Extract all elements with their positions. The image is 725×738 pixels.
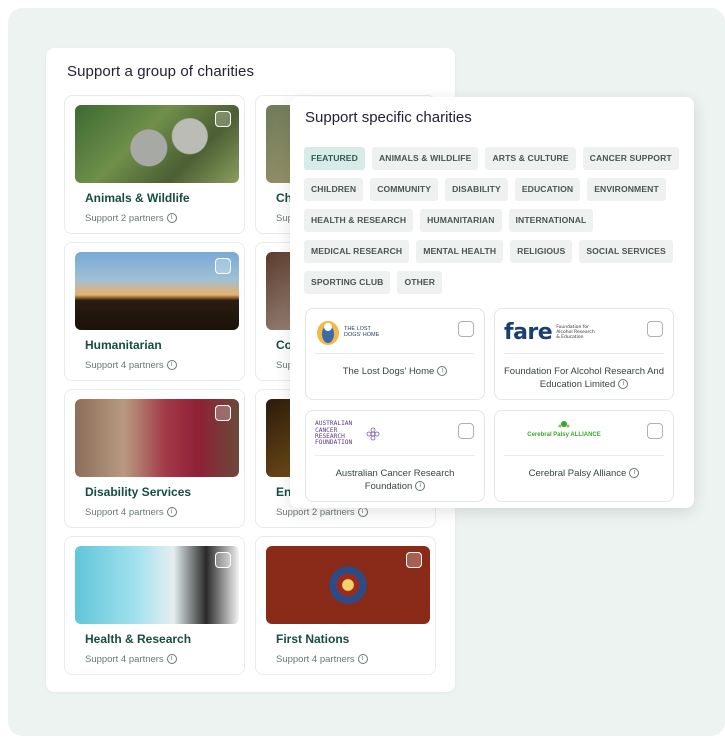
lost-dogs-logo-text: THE LOST DOGS' HOME [344,326,380,338]
tag-community[interactable]: COMMUNITY [370,178,439,201]
group-card-checkbox[interactable] [215,111,231,127]
group-card-animals[interactable]: Animals & Wildlife Support 2 partners i [64,95,245,234]
info-icon[interactable]: i [437,366,448,377]
specific-section-title: Support specific charities [305,109,472,126]
info-icon[interactable]: i [166,507,177,518]
charity-name: The Lost Dogs' Home i [314,365,476,378]
charity-checkbox[interactable] [458,423,474,439]
charity-card-cerebral-palsy[interactable]: Cerebral Palsy ALLIANCE Cerebral Palsy A… [494,410,674,502]
info-icon[interactable]: i [415,481,426,492]
charity-card-fare[interactable]: fare Foundation for Alcohol Research & E… [494,308,674,400]
charity-card-lost-dogs[interactable]: THE LOST DOGS' HOME The Lost Dogs' Home i [305,308,485,400]
info-icon[interactable]: i [357,507,368,518]
divider [504,353,664,354]
tag-medical-research[interactable]: MEDICAL RESEARCH [304,240,410,263]
tag-social-services[interactable]: SOCIAL SERVICES [579,240,673,263]
cerebral-palsy-logo: Cerebral Palsy ALLIANCE [504,420,624,448]
info-icon[interactable]: i [357,654,368,665]
tag-disability[interactable]: DISABILITY [445,178,508,201]
group-card-checkbox[interactable] [215,258,231,274]
divider [315,353,475,354]
cpa-logo-text: Cerebral Palsy ALLIANCE [527,432,601,438]
tag-other[interactable]: OTHER [397,271,443,294]
group-card-disability[interactable]: Disability Services Support 4 partners i [64,389,245,528]
group-card-name: Humanitarian [85,338,162,352]
category-tag-list: FEATURED ANIMALS & WILDLIFE ARTS & CULTU… [304,147,684,294]
info-icon[interactable]: i [166,213,177,224]
group-section-title: Support a group of charities [67,63,255,80]
cpa-logo-icon [558,421,570,428]
acrf-logo: AUSTRALIAN CANCER RESEARCH FOUNDATION [315,420,435,448]
tag-children[interactable]: CHILDREN [304,178,364,201]
info-icon[interactable]: i [166,654,177,665]
lost-dogs-logo: THE LOST DOGS' HOME [315,318,435,346]
group-card-partners: Support 4 partners i [85,360,177,371]
charity-name: Foundation For Alcohol Research And Educ… [503,366,664,390]
fare-logo-subtext: Foundation for Alcohol Research & Educat… [556,324,595,340]
fare-logo: fare Foundation for Alcohol Research & E… [504,318,624,346]
divider [315,455,475,456]
group-card-partners: Support 2 partners i [276,507,368,518]
tag-health-research[interactable]: HEALTH & RESEARCH [304,209,414,232]
group-card-name: Health & Research [85,632,192,646]
group-card-name: Disability Services [85,485,192,499]
specific-charities-panel: Support specific charities FEATURED ANIM… [290,97,694,508]
tag-mental-health[interactable]: MENTAL HEALTH [416,240,504,263]
group-card-checkbox[interactable] [406,552,422,568]
info-icon[interactable]: i [166,360,177,371]
fare-logo-text: fare [504,319,553,345]
group-card-partners: Support 4 partners i [276,654,368,665]
tag-sporting-club[interactable]: SPORTING CLUB [304,271,391,294]
divider [504,455,664,456]
group-card-partners: Support 4 partners i [85,654,177,665]
tag-environment[interactable]: ENVIRONMENT [587,178,666,201]
group-card-partners: Support 4 partners i [85,507,177,518]
tag-animals-wildlife[interactable]: ANIMALS & WILDLIFE [371,147,479,170]
charity-card-acrf[interactable]: AUSTRALIAN CANCER RESEARCH FOUNDATION Au… [305,410,485,502]
dog-logo-icon [317,321,339,345]
tag-humanitarian[interactable]: HUMANITARIAN [420,209,502,232]
group-card-checkbox[interactable] [215,405,231,421]
tag-religious[interactable]: RELIGIOUS [510,240,573,263]
charity-checkbox[interactable] [458,321,474,337]
info-icon[interactable]: i [629,468,640,479]
group-card-name: Animals & Wildlife [85,191,190,205]
group-card-first-nations[interactable]: First Nations Support 4 partners i [255,536,436,675]
tag-arts-culture[interactable]: ARTS & CULTURE [485,147,576,170]
group-card-checkbox[interactable] [215,552,231,568]
info-icon[interactable]: i [618,379,629,390]
tag-international[interactable]: INTERNATIONAL [508,209,594,232]
acrf-logo-text: AUSTRALIAN CANCER RESEARCH FOUNDATION [315,420,353,447]
tag-education[interactable]: EDUCATION [514,178,581,201]
group-card-humanitarian[interactable]: Humanitarian Support 4 partners i [64,242,245,381]
group-card-partners: Support 2 partners i [85,213,177,224]
charity-name: Cerebral Palsy Alliance i [503,467,665,480]
flower-logo-icon [366,427,380,441]
charity-checkbox[interactable] [647,423,663,439]
tag-cancer-support[interactable]: CANCER SUPPORT [582,147,679,170]
charity-checkbox[interactable] [647,321,663,337]
group-card-health[interactable]: Health & Research Support 4 partners i [64,536,245,675]
group-card-name: First Nations [276,632,350,646]
tag-featured[interactable]: FEATURED [304,147,365,170]
charity-name: Australian Cancer Research Foundation i [335,468,455,492]
